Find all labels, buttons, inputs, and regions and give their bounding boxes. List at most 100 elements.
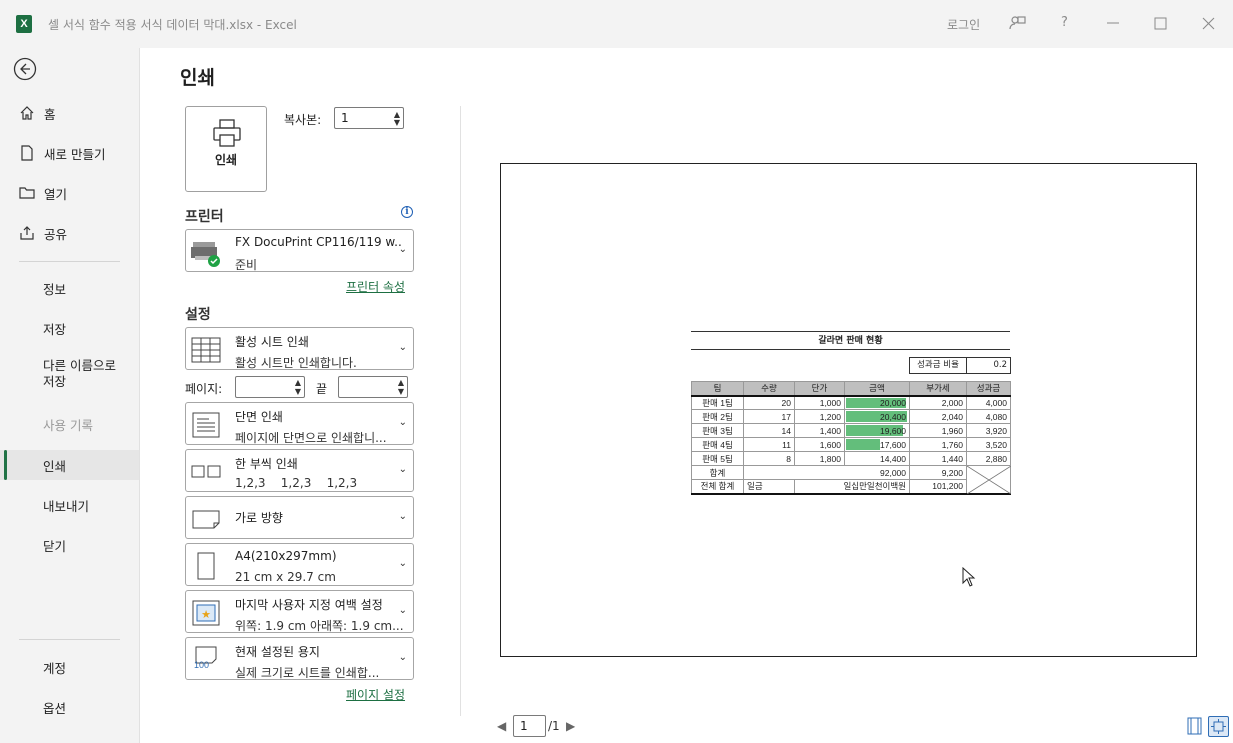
nav-new[interactable]: 새로 만들기 [0, 138, 139, 168]
sides-desc: 페이지에 단면으로 인쇄합니... [235, 431, 387, 445]
spin-down-icon[interactable]: ▼ [398, 388, 404, 396]
grand-total-unit: 일금 [743, 479, 795, 494]
current-page-input[interactable]: 1 [513, 715, 546, 737]
previous-page-icon[interactable]: ◀ [497, 719, 506, 733]
nav-save-as[interactable]: 다른 이름으로 저장 [0, 358, 139, 396]
print-what-dropdown[interactable]: 활성 시트 인쇄 활성 시트만 인쇄합니다. ⌄ [185, 327, 414, 370]
page-from-input[interactable]: ▲ ▼ [235, 376, 305, 398]
collation-dropdown[interactable]: 한 부씩 인쇄 1,2,3 1,2,3 1,2,3 ⌄ [185, 449, 414, 492]
cell-qty: 11 [743, 437, 795, 452]
nav-save-as-label: 다른 이름으로 저장 [43, 358, 116, 389]
cell-amount-text: 14,400 [880, 453, 906, 464]
printer-properties-link[interactable]: 프린터 속성 [346, 278, 405, 295]
orientation-dropdown[interactable]: 가로 방향 ⌄ [185, 496, 414, 539]
printer-dropdown[interactable]: FX DocuPrint CP116/119 w... 준비 ⌄ [185, 229, 414, 272]
data-bar [846, 439, 880, 450]
maximize-icon[interactable] [1154, 17, 1167, 34]
spin-down-icon[interactable]: ▼ [394, 119, 400, 127]
printer-status: 준비 [235, 258, 258, 272]
header-amount: 금액 [844, 381, 910, 397]
nav-print[interactable]: 인쇄 [0, 450, 139, 480]
cell-amount: 17,600 [844, 437, 910, 452]
sheet-grid-icon [191, 337, 221, 363]
cell-qty: 20 [743, 395, 795, 410]
sheet-title: 갈라면 판매 현황 [691, 331, 1010, 350]
cell-amount: 14,400 [844, 451, 910, 466]
cell-vat: 2,040 [909, 409, 967, 424]
printer-name: FX DocuPrint CP116/119 w... [235, 235, 403, 249]
print-button[interactable] [185, 106, 267, 192]
nav-history-label: 사용 기록 [43, 417, 93, 433]
copies-stepper[interactable]: 1 ▲ ▼ [334, 107, 404, 129]
cell-price: 1,600 [794, 437, 845, 452]
cell-price: 1,800 [794, 451, 845, 466]
table-row: 판매 2팀 17 1,200 20,400 2,040 4,080 [691, 409, 1011, 424]
minimize-icon[interactable] [1106, 11, 1120, 35]
header-bonus: 성과금 [966, 381, 1011, 397]
cell-team: 판매 2팀 [691, 409, 744, 424]
total-row: 합계 92,000 9,200 [691, 465, 1011, 494]
chevron-down-icon: ⌄ [398, 243, 407, 255]
share-icon [17, 225, 37, 241]
page-to-input[interactable]: ▲ ▼ [338, 376, 408, 398]
nav-export-label: 내보내기 [43, 498, 90, 514]
sales-table: 팀 수량 단가 금액 부가세 성과금 판매 1팀 20 1,000 20,000… [691, 381, 1011, 495]
cell-bonus: 2,880 [966, 451, 1011, 466]
cell-price: 1,000 [794, 395, 845, 410]
nav-account-label: 계정 [43, 660, 67, 676]
spin-down-icon[interactable]: ▼ [295, 388, 301, 396]
cell-vat: 2,000 [909, 395, 967, 410]
nav-share[interactable]: 공유 [0, 218, 139, 248]
grand-total-row: 전체 합계 일금 일십만일천이백원 101,200 [691, 479, 1011, 494]
sides-dropdown[interactable]: 단면 인쇄 페이지에 단면으로 인쇄합니... ⌄ [185, 402, 414, 445]
sidebar-divider [19, 261, 120, 262]
nav-home[interactable]: 홈 [0, 98, 139, 128]
scaling-dropdown[interactable]: 100 현재 설정된 용지 실제 크기로 시트를 인쇄합... ⌄ [185, 637, 414, 680]
chevron-down-icon: ⌄ [398, 557, 407, 569]
new-file-icon [17, 145, 37, 161]
page-setup-link[interactable]: 페이지 설정 [346, 686, 405, 703]
nav-options[interactable]: 옵션 [0, 692, 139, 722]
cell-team: 판매 3팀 [691, 423, 744, 438]
chevron-down-icon: ⌄ [398, 510, 407, 522]
cell-bonus: 4,000 [966, 395, 1011, 410]
svg-text:★: ★ [201, 608, 211, 621]
cell-amount: 19,600 [844, 423, 910, 438]
cell-vat: 1,440 [909, 451, 967, 466]
total-amount: 92,000 [743, 465, 910, 480]
zoom-to-page-icon[interactable] [1208, 716, 1229, 737]
cell-bonus: 3,920 [966, 423, 1011, 438]
feedback-icon[interactable] [1008, 14, 1026, 36]
home-icon [17, 105, 37, 121]
paper-size-dropdown[interactable]: A4(210x297mm) 21 cm x 29.7 cm ⌄ [185, 543, 414, 586]
help-icon[interactable]: ? [1061, 15, 1068, 30]
bonus-rate-value: 0.2 [966, 357, 1011, 374]
nav-save[interactable]: 저장 [0, 313, 139, 343]
print-button-label: 인쇄 [214, 153, 238, 167]
show-margins-icon[interactable] [1186, 717, 1204, 735]
nav-history: 사용 기록 [0, 409, 139, 439]
nav-info[interactable]: 정보 [0, 273, 139, 303]
cell-team: 판매 5팀 [691, 451, 744, 466]
orientation-title: 가로 방향 [235, 511, 283, 525]
margins-dropdown[interactable]: ★ 마지막 사용자 지정 여백 설정 위쪽: 1.9 cm 아래쪽: 1.9 c… [185, 590, 414, 633]
header-qty: 수량 [743, 381, 795, 397]
nav-open[interactable]: 열기 [0, 178, 139, 208]
spin-up-icon[interactable]: ▲ [398, 379, 404, 387]
next-page-icon[interactable]: ▶ [566, 719, 575, 733]
cell-qty: 17 [743, 409, 795, 424]
close-icon[interactable] [1202, 17, 1215, 34]
nav-export[interactable]: 내보내기 [0, 490, 139, 520]
login-button[interactable]: 로그인 [947, 16, 980, 33]
grand-total-words: 일십만일천이백원 [794, 479, 910, 494]
spin-up-icon[interactable]: ▲ [295, 379, 301, 387]
table-row: 판매 3팀 14 1,400 19,600 1,960 3,920 [691, 423, 1011, 438]
nav-close[interactable]: 닫기 [0, 530, 139, 560]
back-arrow-icon[interactable] [13, 57, 37, 84]
nav-account[interactable]: 계정 [0, 652, 139, 682]
table-row: 판매 1팀 20 1,000 20,000 2,000 4,000 [691, 395, 1011, 410]
info-icon[interactable]: i [401, 206, 413, 218]
nav-close-label: 닫기 [43, 538, 67, 554]
sides-title: 단면 인쇄 [235, 410, 283, 424]
nav-home-label: 홈 [44, 106, 56, 122]
